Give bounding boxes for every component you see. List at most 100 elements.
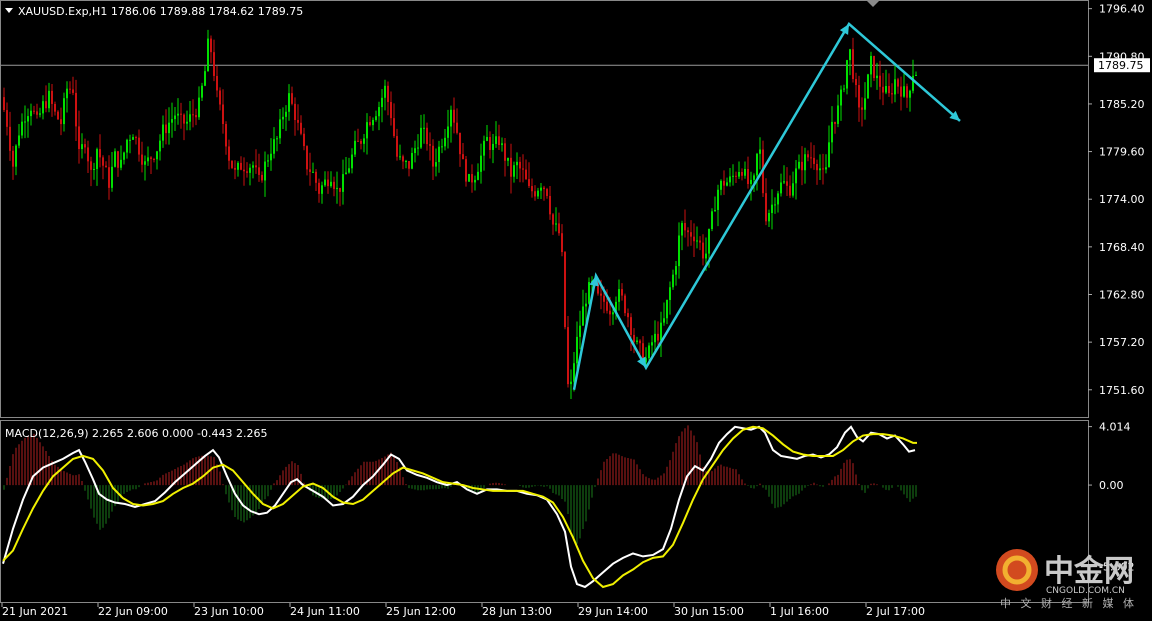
candle-body [453,109,455,123]
candle-body [756,153,758,176]
candle-body [711,211,713,230]
candle-body [525,169,527,180]
candle-body [72,89,74,93]
candle-body [75,92,77,127]
candle-body [225,124,227,147]
price-tick-label: 1768.40 [1099,241,1145,254]
candle-body [405,160,407,162]
candle-body [690,232,692,237]
candle-body [219,90,221,105]
candle-body [648,345,650,359]
candle-body [849,49,851,61]
candle-body [117,151,119,168]
candle-body [537,190,539,197]
candle-body [9,126,11,151]
candle-body [129,139,131,141]
time-tick-label: 29 Jun 14:00 [578,605,648,618]
candle-body [576,336,578,364]
candle-body [699,240,701,243]
price-tick-label: 1762.80 [1099,288,1145,301]
current-price-value: 1789.75 [1098,59,1144,72]
candle-body [915,74,917,76]
candle-body [867,74,869,99]
candle-body [189,114,191,122]
candle-body [513,165,515,177]
candle-body [135,137,137,139]
candle-body [126,139,128,153]
candle-body [78,126,80,150]
candle-body [354,140,356,155]
candle-body [195,115,197,118]
candle-body [813,157,815,164]
candle-body [627,313,629,318]
chart-window[interactable]: 1796.401790.801785.201779.601774.001768.… [0,0,1152,621]
candle-body [732,175,734,177]
candle-body [144,161,146,165]
candle-body [771,204,773,214]
candle-body [435,162,437,167]
candle-body [669,287,671,300]
candle-body [114,151,116,167]
candle-body [504,143,506,161]
candle-body [753,175,755,180]
candle-body [675,266,677,275]
candle-body [297,120,299,123]
candle-body [429,144,431,146]
candle-body [300,122,302,134]
candle-body [270,153,272,161]
candle-body [324,179,326,186]
candle-body [207,38,209,72]
candle-body [165,124,167,134]
candle-body [471,174,473,183]
candle-body [621,289,623,296]
candle-body [30,110,32,117]
candle-body [369,122,371,126]
time-tick-label: 21 Jun 2021 [2,605,68,618]
candle-body [654,333,656,343]
candle-body [894,79,896,95]
time-tick-label: 2 Jul 17:00 [866,605,925,618]
candle-body [519,161,521,169]
candle-body [303,133,305,147]
candle-body [111,166,113,188]
watermark: 中金网 CNGOLD.COM.CN 中 文 财 经 新 媒 体 [996,549,1134,610]
symbol-header: XAUUSD.Exp,H1 1786.06 1789.88 1784.62 17… [18,5,303,18]
candle-body [57,111,59,120]
candle-body [540,187,542,191]
candle-body [156,151,158,160]
candle-body [171,119,173,123]
candle-body [900,86,902,97]
candle-body [528,179,530,187]
candle-body [180,113,182,115]
candle-body [201,85,203,98]
time-tick-label: 23 Jun 10:00 [194,605,264,618]
candle-body [438,146,440,163]
candle-body [51,90,53,104]
candle-body [534,191,536,197]
candle-body [147,157,149,162]
candle-body [273,139,275,154]
candle-body [417,147,419,149]
candle-body [459,132,461,155]
candle-body [390,101,392,119]
candle-body [507,157,509,161]
candle-body [450,109,452,127]
macd-tick-label: 4.014 [1099,421,1131,434]
candle-body [234,167,236,170]
candle-body [90,161,92,170]
candle-body [510,157,512,177]
candle-body [237,162,239,170]
candle-body [891,93,893,95]
candle-body [228,146,230,161]
candle-body [837,105,839,124]
candle-body [69,88,71,90]
candle-body [702,242,704,259]
candle-body [402,156,404,162]
candle-body [387,85,389,102]
candle-body [858,85,860,108]
candle-body [672,274,674,288]
candle-body [345,172,347,175]
candle-body [492,143,494,150]
candle-body [738,171,740,177]
candle-body [423,127,425,129]
